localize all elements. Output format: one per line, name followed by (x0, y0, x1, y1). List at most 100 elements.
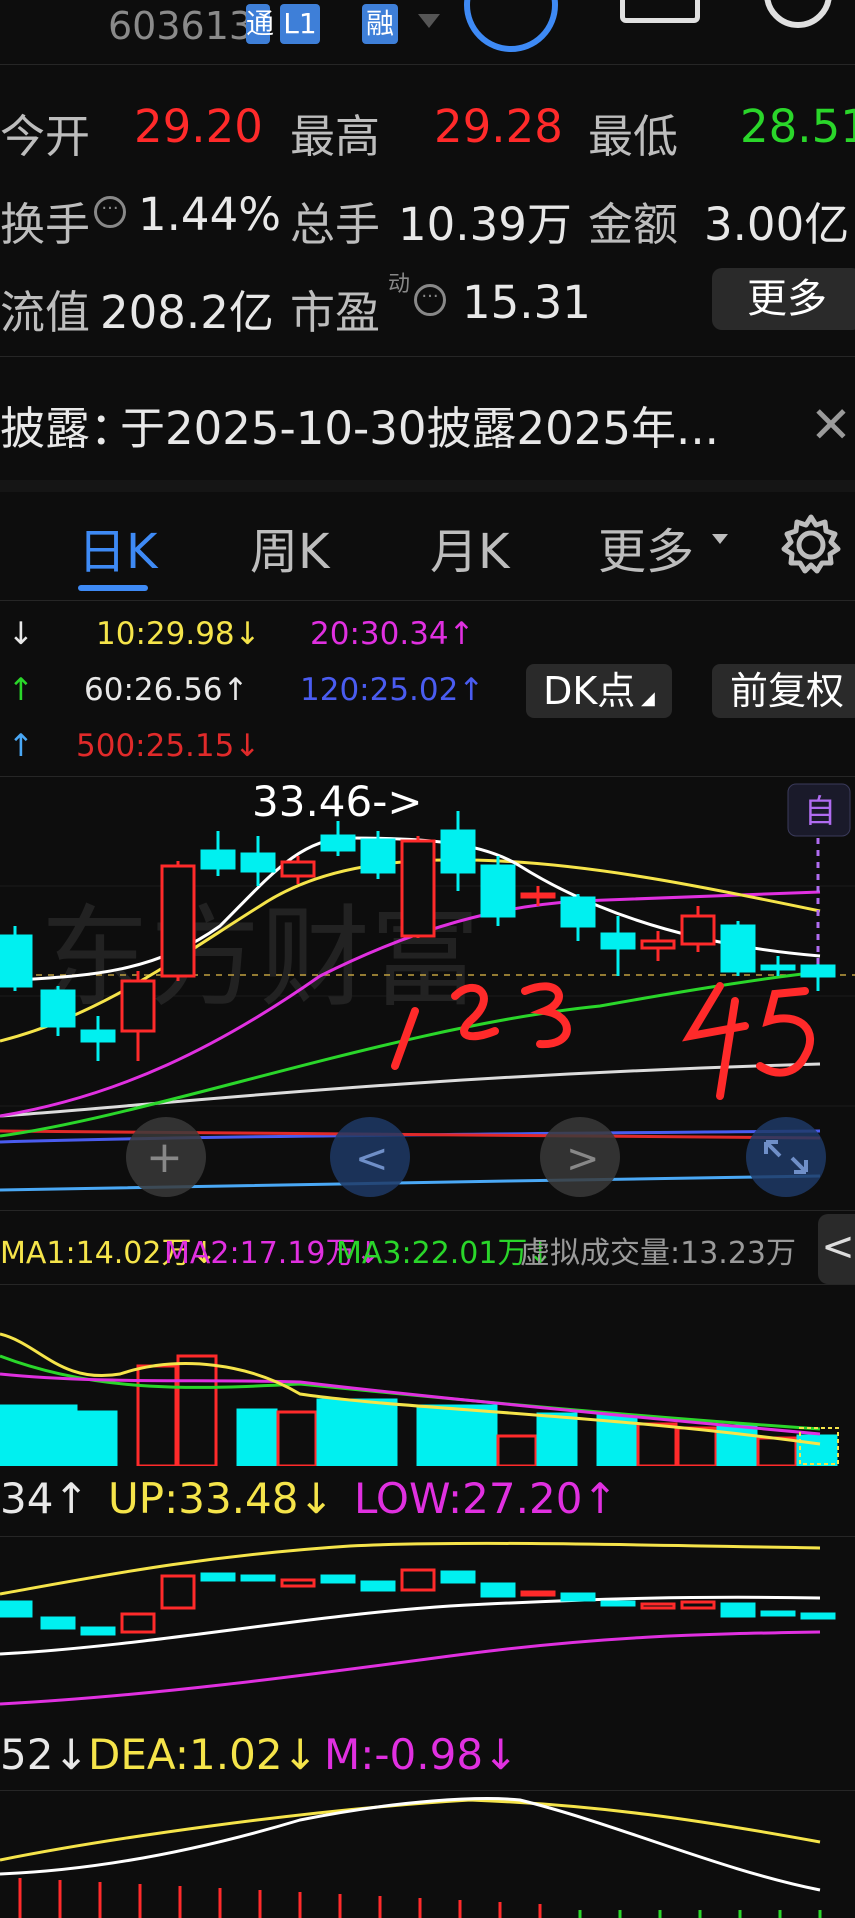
volume-bar (756, 1436, 798, 1466)
boll-candle (120, 1612, 156, 1634)
boll-candle (600, 1600, 636, 1607)
self-select-label: 自 (804, 792, 836, 830)
collapse-panel-button[interactable]: < (818, 1214, 855, 1284)
boll-candle (760, 1610, 796, 1617)
info-icon[interactable]: ··· (414, 284, 446, 316)
boll-candle (560, 1592, 596, 1602)
macd-dea: DEA:1.02↓ (88, 1730, 318, 1779)
boll-candle (800, 1612, 836, 1620)
close-icon[interactable]: ✕ (810, 396, 852, 454)
candle (440, 829, 476, 874)
tab-active-indicator (78, 585, 148, 591)
volume-bar (416, 1404, 458, 1466)
notice-text[interactable]: 于2025-10-30披露2025年... (120, 392, 719, 457)
search-icon[interactable] (764, 0, 832, 28)
volume-bar (36, 1404, 78, 1466)
open-value: 29.20 (134, 100, 263, 153)
candle (680, 914, 716, 946)
pe-value: 15.31 (462, 276, 591, 329)
boll-chart[interactable] (0, 1536, 855, 1722)
window-icon[interactable] (620, 0, 700, 23)
fullscreen-button[interactable] (746, 1117, 826, 1197)
macd-m: M:-0.98↓ (324, 1730, 519, 1779)
candle (360, 838, 396, 874)
boll-candle (400, 1568, 436, 1592)
gear-icon[interactable] (778, 512, 844, 578)
tab-more[interactable]: 更多 (598, 512, 694, 582)
boll-candle (680, 1600, 716, 1610)
boll-candle (440, 1570, 476, 1584)
volume-label: 总手 (290, 198, 381, 251)
volume-bar (76, 1410, 118, 1466)
high-value: 29.28 (434, 100, 563, 153)
macd-chart[interactable] (0, 1790, 855, 1918)
boll-up: UP:33.48↓ (108, 1474, 334, 1523)
amount-value: 3.00亿 (704, 198, 850, 251)
kline-chart[interactable]: 东方财富 33.46-> 自 + < > (0, 776, 855, 1206)
candle (720, 924, 756, 973)
tab-daily-k[interactable]: 日K (78, 512, 157, 582)
more-quote-button[interactable]: 更多 (712, 268, 855, 330)
amount-label: 金额 (588, 198, 679, 251)
macd-dif: 52↓ (0, 1730, 89, 1779)
candle (760, 964, 796, 971)
boll-candle (240, 1574, 276, 1582)
volume-bar (276, 1410, 318, 1466)
boll-candle (720, 1602, 756, 1618)
ma60-line (0, 1062, 821, 1118)
dk-point-label: DK点 (543, 669, 636, 713)
ma120-label: 120:25.02↑ (300, 672, 485, 708)
volume-bar (316, 1398, 358, 1466)
volume-bar (636, 1422, 678, 1466)
volume-chart[interactable] (0, 1284, 855, 1466)
volume-bar (536, 1412, 578, 1466)
turnover-value: 1.44% (138, 188, 281, 241)
boll-candle (480, 1582, 516, 1598)
candle (600, 932, 636, 950)
tag-tong: 通 (246, 4, 274, 44)
volume-bar (0, 1404, 40, 1466)
tab-weekly-k[interactable]: 周K (250, 512, 329, 582)
volume-bar (356, 1398, 398, 1466)
boll-mid: 34↑ (0, 1474, 89, 1523)
boll-candle (0, 1600, 33, 1618)
boll-candle (640, 1602, 676, 1610)
volume-bar (176, 1354, 218, 1466)
peak-label: 33.46-> (252, 777, 423, 826)
open-label: 今开 (0, 110, 91, 163)
forward-adjust-button[interactable]: 前复权 (712, 664, 855, 718)
boll-candle (200, 1572, 236, 1582)
candle (160, 864, 196, 978)
ma20-label: 20:30.34↑ (310, 616, 475, 652)
tag-rong: 融 (362, 4, 398, 44)
boll-candle (280, 1578, 316, 1588)
candle (480, 864, 516, 918)
float-value: 208.2亿 (100, 286, 274, 339)
float-label: 流值 (0, 286, 91, 339)
volume-bar (676, 1426, 718, 1466)
caret-down-icon (712, 534, 728, 544)
info-icon[interactable]: ··· (94, 196, 126, 228)
ma500-label: 500:25.15↓ (76, 728, 261, 764)
volume-bar (456, 1404, 498, 1466)
candle (640, 939, 676, 950)
boll-candle (80, 1626, 116, 1636)
tag-l1: L1 (280, 4, 320, 44)
dk-point-button[interactable]: DK点 ◢ (526, 664, 672, 718)
candle (120, 979, 156, 1033)
candle (400, 839, 436, 938)
boll-candle (40, 1616, 76, 1630)
chevron-right-icon: > (566, 1136, 600, 1182)
candle (40, 989, 76, 1028)
boll-candle (360, 1580, 396, 1592)
candle (280, 860, 316, 878)
notice-label: 披露： (0, 402, 136, 455)
chevron-down-icon[interactable] (418, 14, 440, 28)
ma60-label: 60:26.56↑ (84, 672, 249, 708)
app-logo-icon[interactable] (464, 0, 558, 52)
ma-arrow-3: ↑ (8, 728, 34, 764)
boll-candle (320, 1574, 356, 1584)
pe-label: 市盈 (290, 286, 381, 339)
turnover-label: 换手 (0, 198, 91, 251)
tab-monthly-k[interactable]: 月K (430, 512, 509, 582)
